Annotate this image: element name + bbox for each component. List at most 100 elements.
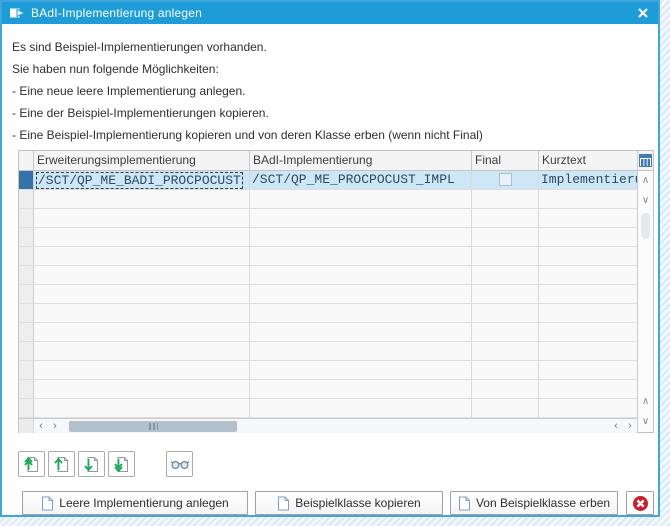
page-up-icon [53,456,70,473]
row-selector[interactable] [19,399,34,418]
document-icon [458,496,471,511]
table-row[interactable] [19,285,637,304]
table-row[interactable] [19,266,637,285]
display-button[interactable] [166,451,193,477]
chevron-right-icon[interactable]: › [48,420,62,433]
cell-badi-implementierung [250,342,472,361]
row-selector[interactable] [19,380,34,399]
cell-kurztext [539,304,637,323]
scrollbar-corner [19,419,34,433]
footer-actions: Leere Implementierung anlegen Beispielkl… [22,491,654,515]
table-row[interactable] [19,190,637,209]
table-row[interactable] [19,361,637,380]
table-row[interactable] [19,342,637,361]
column-header-final[interactable]: Final [472,151,539,170]
cell-final [472,361,539,380]
table-row[interactable] [19,247,637,266]
row-selector[interactable] [19,247,34,266]
cell-final [472,323,539,342]
row-selector[interactable] [19,209,34,228]
final-checkbox[interactable] [499,173,512,186]
cell-final [472,304,539,323]
cell-badi-implementierung[interactable]: /SCT/QP_ME_PROCPOCUST_IMPL [250,171,472,190]
intro-line: - Eine der Beispiel-Implementierungen ko… [12,102,483,124]
row-selector[interactable] [19,323,34,342]
row-selector[interactable] [19,361,34,380]
cell-erweiterungsimplementierung[interactable]: /SCT/QP_ME_BADI_PROCPOCUST [34,171,250,190]
chevron-left-icon[interactable]: ‹ [609,420,623,433]
cell-badi-implementierung [250,209,472,228]
cell-kurztext [539,323,637,342]
intro-line: Sie haben nun folgende Möglichkeiten: [12,58,483,80]
next-page-button[interactable] [78,451,105,477]
horizontal-scrollbar[interactable]: ‹ › ‹ › [19,418,637,433]
focused-cell-value[interactable]: /SCT/QP_ME_BADI_PROCPOCUST [36,172,243,189]
cancel-button[interactable] [626,491,654,515]
cell-erweiterungsimplementierung [34,209,250,228]
row-selector[interactable] [19,171,34,190]
row-selector[interactable] [19,190,34,209]
column-header-kurztext[interactable]: Kurztext [539,151,637,170]
previous-page-button[interactable] [48,451,75,477]
cell-final [472,285,539,304]
chevron-up-icon[interactable]: ∧ [638,171,653,191]
inherit-from-sample-class-button[interactable]: Von Beispielklasse erben [450,491,618,515]
cell-badi-implementierung [250,323,472,342]
hscroll-thumb[interactable] [69,421,237,432]
cell-kurztext [539,247,637,266]
table-row[interactable] [19,380,637,399]
chevron-right-icon[interactable]: › [623,420,637,433]
thumb-grip [149,423,158,430]
table-row[interactable] [19,304,637,323]
first-page-button[interactable] [18,451,45,477]
cell-kurztext [539,399,637,418]
chevron-up-icon[interactable]: ∧ [638,392,653,412]
row-selector[interactable] [19,304,34,323]
chevron-down-icon[interactable]: ∨ [638,191,653,211]
table-row[interactable] [19,209,637,228]
create-empty-implementation-button[interactable]: Leere Implementierung anlegen [22,491,248,515]
table-row[interactable] [19,399,637,418]
button-label: Beispielklasse kopieren [295,496,420,510]
chevron-down-icon[interactable]: ∨ [638,412,653,432]
hscroll-track[interactable] [65,421,606,432]
row-selector[interactable] [19,228,34,247]
cell-final [472,247,539,266]
table-row-selected[interactable]: /SCT/QP_ME_BADI_PROCPOCUST /SCT/QP_ME_PR… [19,171,637,190]
column-header-erweiterungsimplementierung[interactable]: Erweiterungsimplementierung [34,151,250,170]
cell-badi-implementierung [250,190,472,209]
chevron-left-icon[interactable]: ‹ [34,420,48,433]
vscroll-thumb[interactable] [641,213,650,239]
dialog-window-icon [9,6,25,20]
row-selector[interactable] [19,285,34,304]
cell-badi-implementierung [250,228,472,247]
vertical-scrollbar[interactable]: ∧ ∨ ∧ ∨ [637,151,653,432]
header-selector-spacer [19,151,34,170]
last-page-button[interactable] [108,451,135,477]
cell-erweiterungsimplementierung [34,380,250,399]
cell-erweiterungsimplementierung [34,190,250,209]
dialog-titlebar[interactable]: BAdI-Implementierung anlegen [2,2,658,24]
button-label: Von Beispielklasse erben [476,496,610,510]
column-header-badi-implementierung[interactable]: BAdI-Implementierung [250,151,472,170]
cell-badi-implementierung [250,266,472,285]
cell-erweiterungsimplementierung [34,285,250,304]
row-selector[interactable] [19,266,34,285]
cell-kurztext[interactable]: Implementierung [539,171,637,190]
row-selector[interactable] [19,342,34,361]
table-row[interactable] [19,323,637,342]
cell-kurztext [539,228,637,247]
table-settings-icon[interactable] [638,151,653,171]
cell-erweiterungsimplementierung [34,304,250,323]
intro-line: Es sind Beispiel-Implementierungen vorha… [12,36,483,58]
table-toolbar [18,451,196,477]
close-icon[interactable] [635,5,651,21]
document-icon [277,496,290,511]
page-down-icon [83,456,100,473]
vscroll-track[interactable] [638,241,653,392]
copy-sample-class-button[interactable]: Beispielklasse kopieren [255,491,443,515]
intro-line: - Eine Beispiel-Implementierung kopieren… [12,124,483,146]
cell-final [472,266,539,285]
cell-erweiterungsimplementierung [34,361,250,380]
table-row[interactable] [19,228,637,247]
